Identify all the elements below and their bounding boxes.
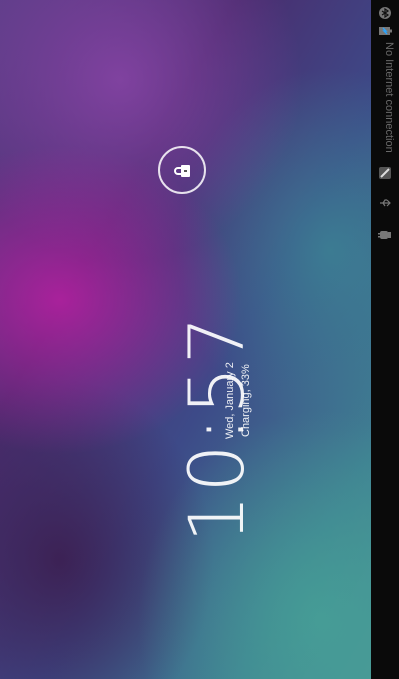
charging-status: Charging, 33% xyxy=(240,364,252,437)
bluetooth-icon xyxy=(378,6,392,20)
status-bar: No Internet connection xyxy=(371,0,399,679)
lock-icon xyxy=(174,165,190,177)
lock-screen: No Internet connection 10:57 Wed, Januar… xyxy=(0,0,399,679)
usb-icon xyxy=(378,196,392,210)
unlock-handle[interactable] xyxy=(158,146,206,194)
clock-date: Wed, January 2 xyxy=(224,362,236,439)
android-debug-icon xyxy=(378,228,392,242)
battery-icon xyxy=(378,24,392,38)
network-status-text: No Internet connection xyxy=(383,42,395,153)
pen-icon xyxy=(378,166,392,180)
